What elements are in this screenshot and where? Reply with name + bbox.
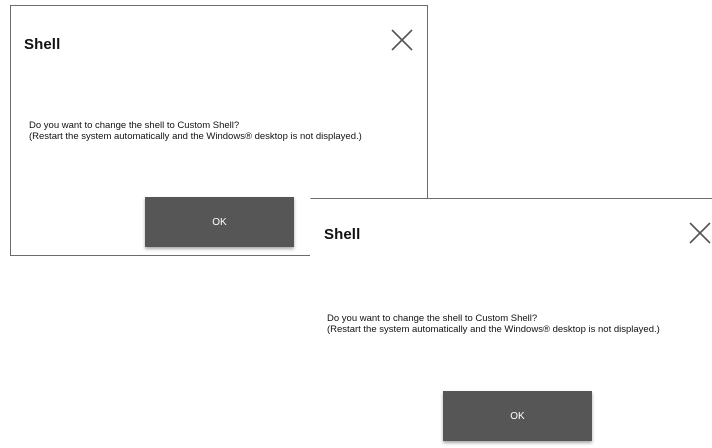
- dialog-title: Shell: [24, 36, 61, 53]
- dialog-message: Do you want to change the shell to Custo…: [327, 313, 660, 335]
- ok-button[interactable]: OK: [443, 391, 592, 441]
- close-button[interactable]: [390, 28, 414, 52]
- shell-dialog-2: Shell Do you want to change the shell to…: [310, 198, 712, 448]
- message-line-1: Do you want to change the shell to Custo…: [327, 313, 538, 324]
- message-line-1: Do you want to change the shell to Custo…: [29, 120, 240, 131]
- message-line-2: (Restart the system automatically and th…: [29, 131, 362, 142]
- message-line-2: (Restart the system automatically and th…: [327, 324, 660, 335]
- ok-button[interactable]: OK: [145, 197, 294, 247]
- close-icon: [391, 29, 413, 51]
- dialog-title: Shell: [324, 226, 361, 243]
- dialog-message: Do you want to change the shell to Custo…: [29, 120, 362, 142]
- screenshot-stage: Shell Do you want to change the shell to…: [0, 0, 712, 448]
- close-icon: [689, 222, 711, 244]
- close-button[interactable]: [688, 221, 712, 245]
